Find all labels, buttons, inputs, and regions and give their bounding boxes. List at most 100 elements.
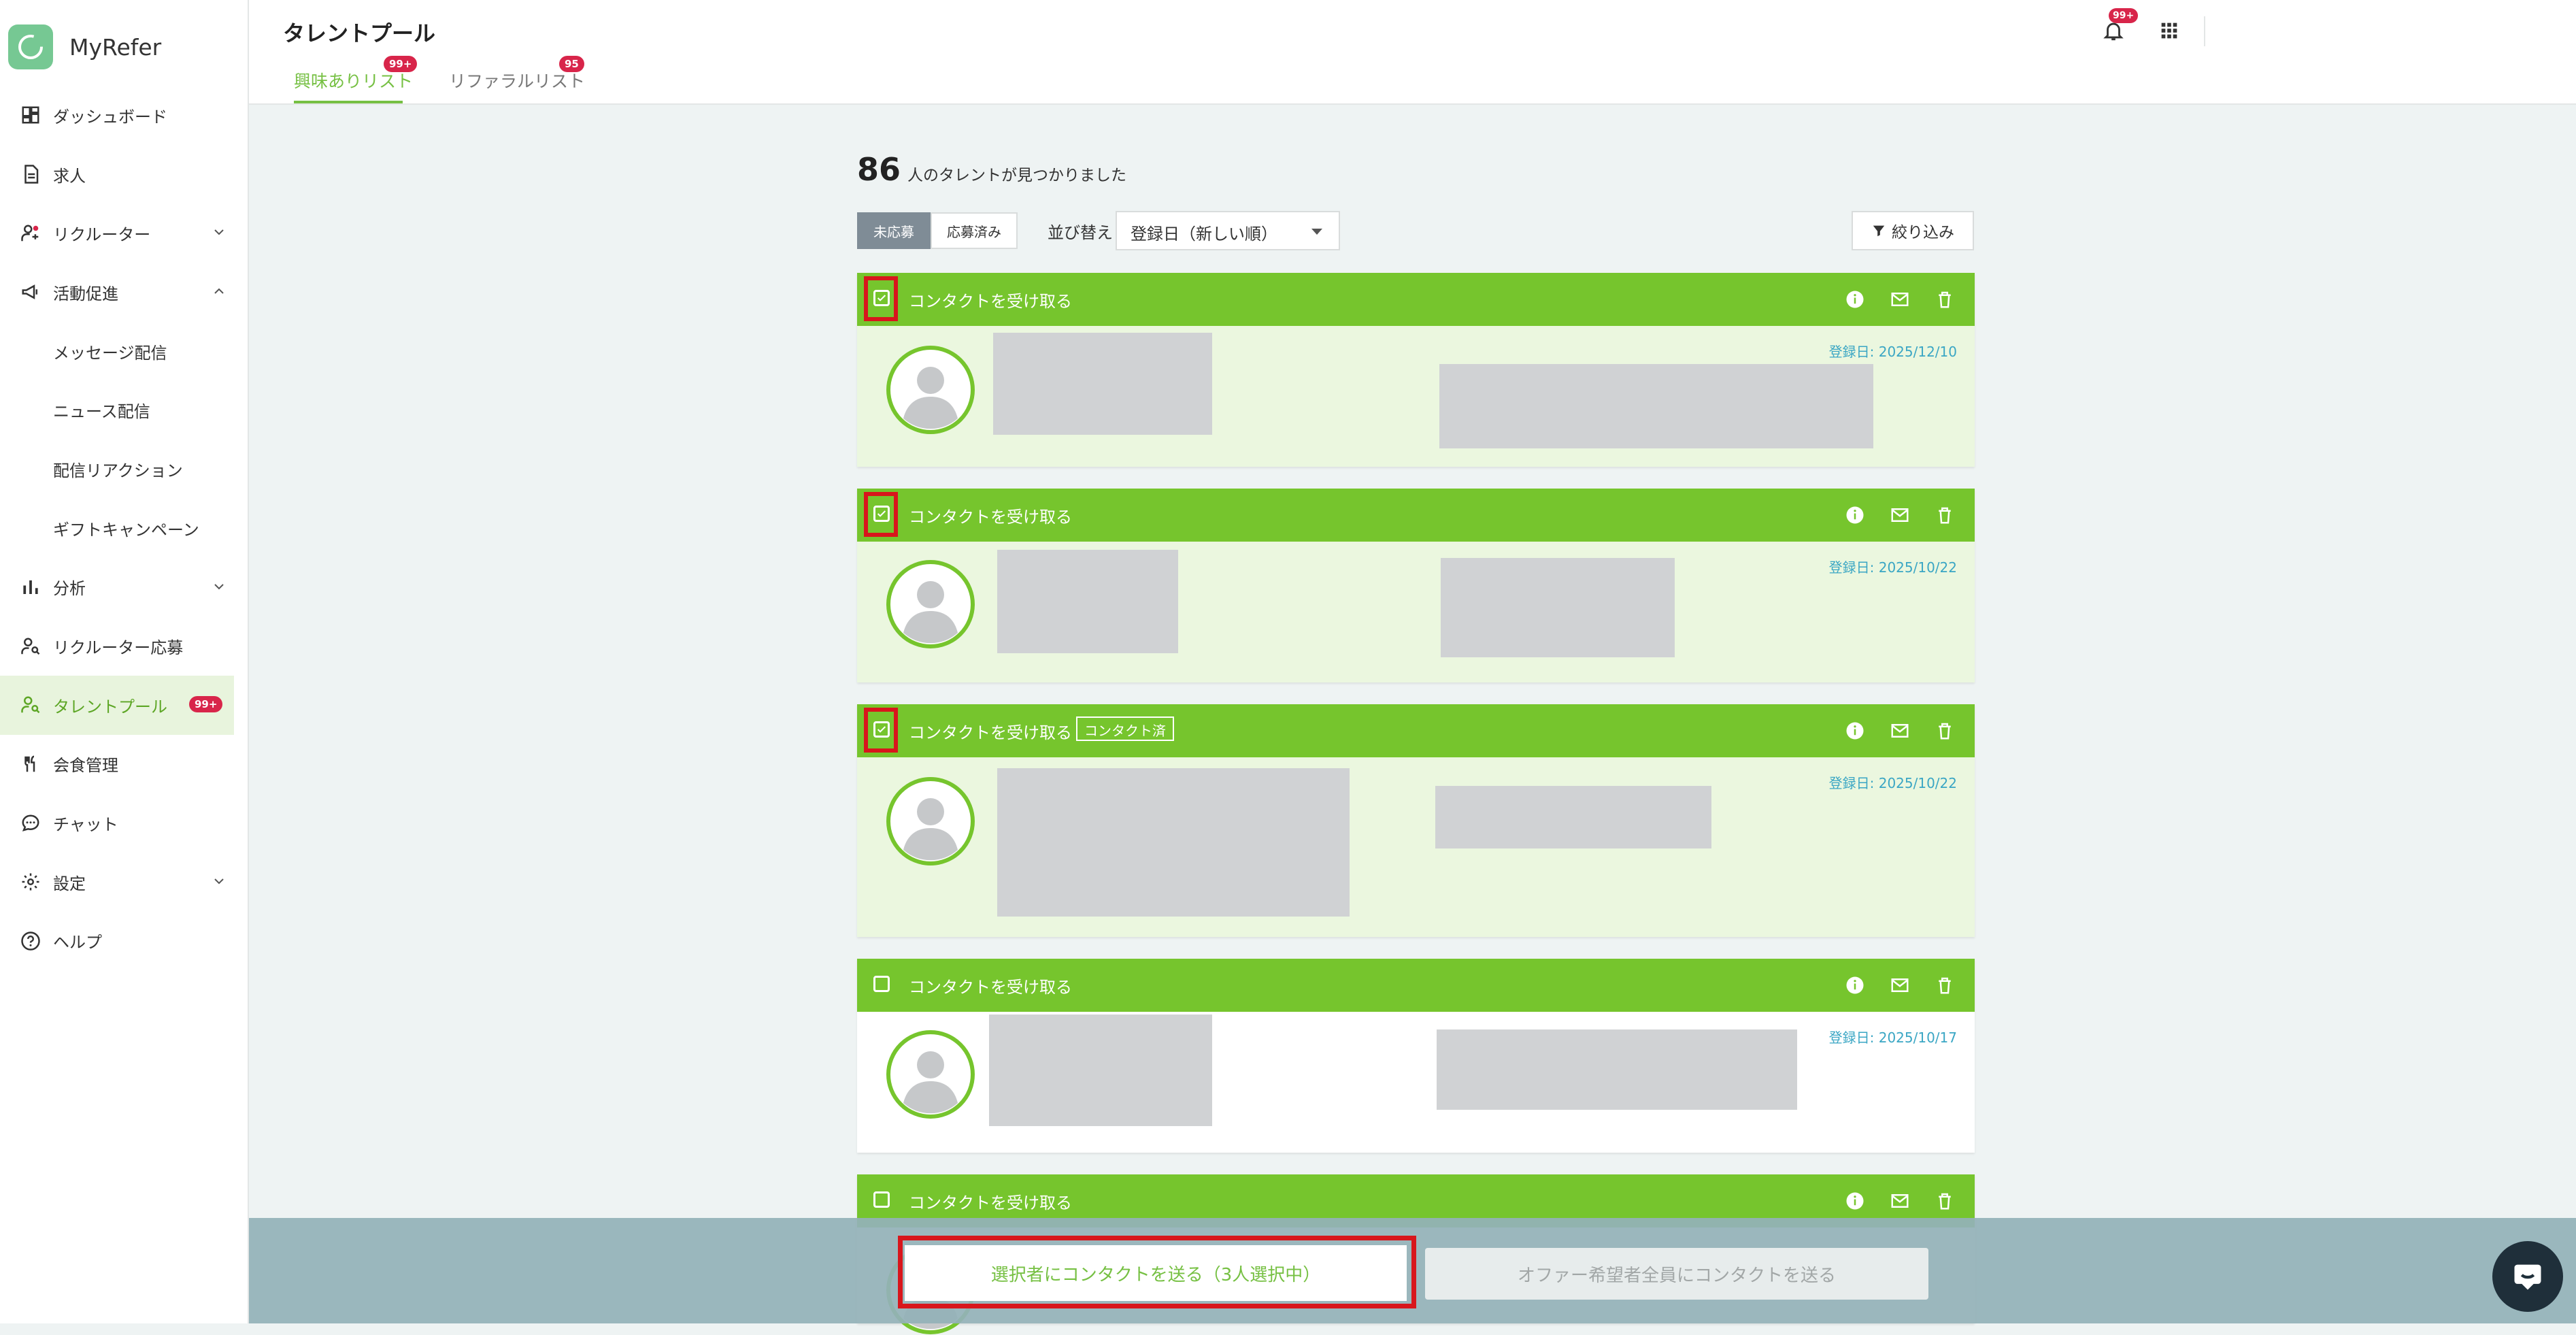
megaphone-icon bbox=[19, 280, 42, 303]
sidebar: MyRefer ダッシュボード 求人 リクルーター 活動促進 メッセージ配信 ニ… bbox=[0, 0, 249, 1323]
segment-not-applied[interactable]: 未応募 bbox=[857, 212, 931, 249]
talent-pool-badge: 99+ bbox=[189, 695, 223, 712]
result-count-number: 86 bbox=[857, 151, 901, 188]
profile-placeholder bbox=[997, 768, 1350, 917]
talent-card-header: コンタクトを受け取る bbox=[857, 959, 1975, 1012]
talent-card-label: コンタクトを受け取る bbox=[909, 508, 1072, 527]
profile-placeholder bbox=[989, 1015, 1212, 1126]
application-status-toggle: 未応募 応募済み bbox=[857, 212, 1018, 249]
logo-mark-icon bbox=[8, 24, 53, 69]
trash-icon[interactable] bbox=[1935, 721, 1955, 741]
sidebar-item-dashboard[interactable]: ダッシュボード bbox=[0, 86, 249, 145]
checkbox-highlight bbox=[864, 276, 898, 321]
profile-detail-placeholder bbox=[1437, 1029, 1797, 1110]
profile-detail-placeholder bbox=[1441, 558, 1675, 657]
sidebar-item-talent-pool[interactable]: タレントプール 99+ bbox=[0, 675, 234, 735]
send-button-highlight bbox=[898, 1236, 1416, 1308]
talent-checkbox[interactable] bbox=[873, 1191, 890, 1208]
tab-interest-list-badge: 99+ bbox=[384, 56, 418, 72]
send-contact-all-button[interactable]: オファー希望者全員にコンタクトを送る bbox=[1425, 1248, 1928, 1300]
talent-card: コンタクトを受け取る 登録日: 2025/10/17 bbox=[857, 959, 1975, 1153]
dashboard-icon bbox=[19, 103, 42, 127]
trash-icon[interactable] bbox=[1935, 505, 1955, 525]
grid-icon bbox=[2161, 22, 2177, 39]
filter-button-label: 絞り込み bbox=[1892, 224, 1954, 242]
chevron-up-icon bbox=[214, 288, 224, 294]
talent-card-header: コンタクトを受け取る bbox=[857, 273, 1975, 326]
avatar bbox=[886, 1030, 975, 1119]
sidebar-item-recruiter-application[interactable]: リクルーター応募 bbox=[0, 616, 249, 676]
talent-card: コンタクトを受け取る 登録日: 2025/10/22 bbox=[857, 489, 1975, 682]
trash-icon[interactable] bbox=[1935, 975, 1955, 995]
mail-icon[interactable] bbox=[1890, 975, 1910, 995]
mail-icon[interactable] bbox=[1890, 1191, 1910, 1211]
sidebar-item-label: ギフトキャンペーン bbox=[53, 520, 199, 540]
info-icon[interactable] bbox=[1845, 1191, 1865, 1211]
app-logo[interactable]: MyRefer bbox=[8, 24, 161, 69]
person-search-icon bbox=[19, 635, 42, 658]
profile-detail-placeholder bbox=[1439, 364, 1873, 448]
segment-applied[interactable]: 応募済み bbox=[931, 212, 1018, 249]
talent-card-header: コンタクトを受け取る コンタクト済 bbox=[857, 704, 1975, 757]
chevron-down-icon bbox=[214, 229, 224, 235]
sort-select[interactable]: 登録日（新しい順） bbox=[1116, 211, 1340, 250]
info-icon[interactable] bbox=[1845, 975, 1865, 995]
sidebar-item-recruiter[interactable]: リクルーター bbox=[0, 203, 249, 263]
sidebar-item-dining[interactable]: 会食管理 bbox=[0, 735, 249, 794]
chat-widget-button[interactable] bbox=[2492, 1241, 2563, 1312]
trash-icon[interactable] bbox=[1935, 289, 1955, 310]
sidebar-item-label: リクルーター bbox=[53, 225, 151, 245]
sidebar-item-label: 求人 bbox=[53, 166, 86, 186]
sidebar-item-label: 分析 bbox=[53, 579, 86, 599]
checkbox-highlight bbox=[864, 492, 898, 537]
info-icon[interactable] bbox=[1845, 289, 1865, 310]
registration-date: 登録日: 2025/10/17 bbox=[1828, 1029, 1957, 1046]
sidebar-item-label: タレントプール bbox=[53, 697, 167, 716]
avatar bbox=[886, 777, 975, 866]
active-tab-indicator bbox=[294, 101, 403, 103]
talent-checkbox[interactable] bbox=[873, 976, 890, 992]
sidebar-item-chat[interactable]: チャット bbox=[0, 793, 249, 853]
talent-card-label: コンタクトを受け取る bbox=[909, 292, 1072, 311]
trash-icon[interactable] bbox=[1935, 1191, 1955, 1211]
mail-icon[interactable] bbox=[1890, 289, 1910, 310]
registration-date: 登録日: 2025/10/22 bbox=[1828, 775, 1957, 791]
filter-button[interactable]: 絞り込み bbox=[1852, 211, 1974, 250]
tab-referral-list-badge: 95 bbox=[559, 56, 584, 72]
document-icon bbox=[19, 163, 42, 186]
mail-icon[interactable] bbox=[1890, 505, 1910, 525]
funnel-icon bbox=[1873, 225, 1885, 237]
info-icon[interactable] bbox=[1845, 505, 1865, 525]
result-count: 86 人のタレントが見つかりました bbox=[857, 151, 1126, 188]
talent-card: コンタクトを受け取る 登録日: 2025/12/10 bbox=[857, 273, 1975, 467]
mail-icon[interactable] bbox=[1890, 721, 1910, 741]
notification-badge: 99+ bbox=[2109, 8, 2139, 23]
gear-icon bbox=[19, 870, 42, 893]
result-count-text: 人のタレントが見つかりました bbox=[907, 167, 1127, 184]
sidebar-item-activity[interactable]: 活動促進 bbox=[0, 263, 249, 322]
profile-placeholder bbox=[993, 333, 1212, 435]
info-icon[interactable] bbox=[1845, 721, 1865, 741]
sidebar-item-settings[interactable]: 設定 bbox=[0, 853, 249, 912]
sidebar-item-label: リクルーター応募 bbox=[53, 638, 184, 658]
apps-button[interactable] bbox=[2158, 19, 2181, 42]
chat-bubble-icon bbox=[19, 812, 42, 835]
sidebar-item-analytics[interactable]: 分析 bbox=[0, 558, 249, 617]
sidebar-item-gift-campaign[interactable]: ギフトキャンペーン bbox=[0, 499, 249, 558]
registration-date: 登録日: 2025/12/10 bbox=[1828, 344, 1957, 360]
contacted-tag: コンタクト済 bbox=[1076, 716, 1174, 741]
sidebar-item-message-delivery[interactable]: メッセージ配信 bbox=[0, 322, 249, 381]
sidebar-item-delivery-reaction[interactable]: 配信リアクション bbox=[0, 440, 249, 499]
sidebar-nav: ダッシュボード 求人 リクルーター 活動促進 メッセージ配信 ニュース配信 配信… bbox=[0, 86, 249, 970]
sidebar-item-news-delivery[interactable]: ニュース配信 bbox=[0, 380, 249, 440]
header-divider bbox=[2204, 16, 2205, 46]
sidebar-item-jobs[interactable]: 求人 bbox=[0, 145, 249, 204]
page-title: タレントプール bbox=[283, 20, 436, 46]
sidebar-item-label: 活動促進 bbox=[53, 284, 118, 303]
app-name: MyRefer bbox=[69, 33, 162, 61]
profile-detail-placeholder bbox=[1435, 786, 1711, 848]
talent-card-label: コンタクトを受け取る bbox=[909, 1193, 1072, 1213]
help-icon bbox=[19, 929, 42, 953]
sidebar-item-help[interactable]: ヘルプ bbox=[0, 912, 249, 971]
talent-card-label: コンタクトを受け取る bbox=[909, 978, 1072, 997]
